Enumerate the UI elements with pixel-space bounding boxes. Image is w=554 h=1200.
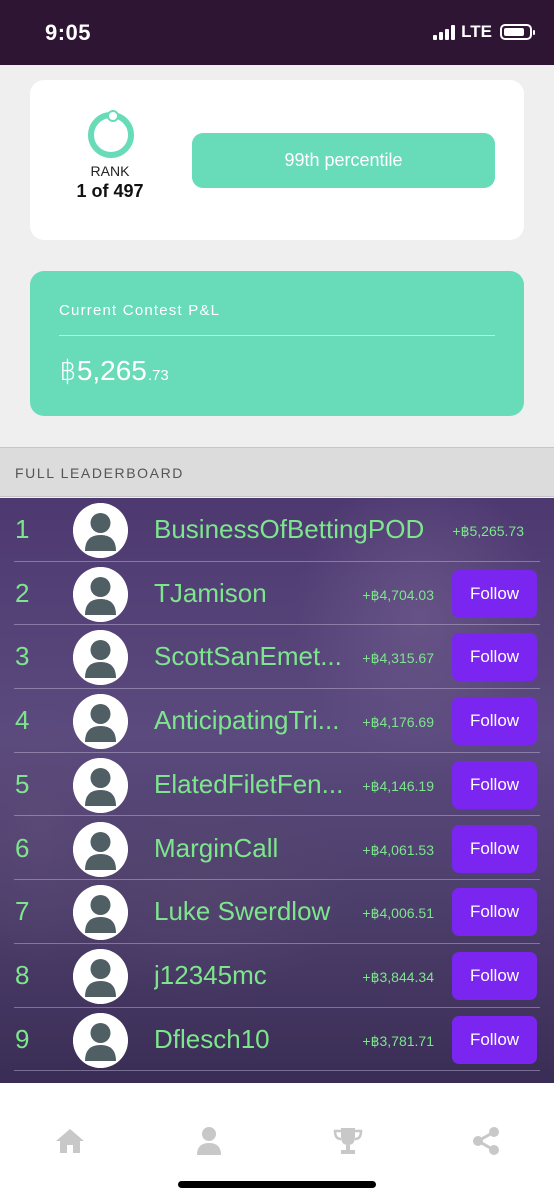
- row-rank: 4: [15, 705, 30, 736]
- row-rank: 7: [15, 896, 30, 927]
- follow-button[interactable]: Follow: [452, 888, 537, 937]
- pnl-card: Current Contest P&L ฿5,265 .73: [30, 271, 524, 416]
- pnl-main-amount: ฿5,265: [59, 355, 147, 386]
- leaderboard-row[interactable]: 4 AnticipatingTri... +฿4,176.69 Follow: [0, 689, 554, 753]
- avatar-icon: [73, 1012, 128, 1068]
- home-indicator: [178, 1181, 376, 1188]
- row-pnl: +฿4,315.67: [362, 650, 434, 667]
- avatar-icon: [73, 503, 128, 558]
- signal-icon: [433, 24, 456, 40]
- row-pnl: +฿3,781.71: [362, 1032, 434, 1049]
- leaderboard-row[interactable]: 6 MarginCall +฿4,061.53 Follow: [0, 817, 554, 881]
- leaderboard-list[interactable]: 1 BusinessOfBettingPOD +฿5,265.73 2 TJamison…: [0, 498, 554, 1083]
- avatar-icon: [73, 757, 128, 813]
- follow-button[interactable]: Follow: [452, 760, 537, 809]
- avatar-icon: [73, 885, 128, 941]
- avatar-icon: [73, 821, 128, 877]
- pnl-cents: .73: [147, 367, 169, 384]
- rank-card: RANK 1 of 497 99th percentile: [30, 80, 524, 240]
- leaderboard-row[interactable]: 7 Luke Swerdlow +฿4,006.51 Follow: [0, 880, 554, 944]
- rank-ring-icon: [88, 110, 134, 158]
- bottom-nav: [0, 1083, 554, 1200]
- rank-value: 1 of 497: [76, 181, 144, 201]
- follow-button[interactable]: Follow: [452, 633, 537, 682]
- pnl-divider: [59, 335, 495, 336]
- follow-button[interactable]: Follow: [452, 569, 537, 618]
- row-rank: 1: [15, 514, 30, 544]
- row-username[interactable]: j12345mc: [154, 960, 344, 991]
- home-icon[interactable]: [54, 1125, 86, 1157]
- row-pnl: +฿5,265.73: [452, 523, 524, 539]
- row-username[interactable]: MarginCall: [154, 833, 344, 864]
- leaderboard-row[interactable]: 3 ScottSanEmet... +฿4,315.67 Follow: [0, 625, 554, 690]
- trophy-icon[interactable]: [332, 1125, 364, 1157]
- row-rank: 5: [15, 768, 30, 799]
- profile-icon[interactable]: [193, 1125, 225, 1157]
- pnl-label: Current Contest P&L: [59, 302, 221, 319]
- rank-label: RANK: [90, 163, 130, 179]
- row-rank: 3: [15, 641, 30, 672]
- leaderboard-title: FULL LEADERBOARD: [15, 465, 185, 481]
- follow-button[interactable]: Follow: [452, 697, 537, 746]
- row-rank: 2: [15, 577, 30, 608]
- status-indicators: LTE: [433, 22, 535, 42]
- row-username[interactable]: TJamison: [154, 578, 344, 609]
- leaderboard-row[interactable]: 5 ElatedFiletFen... +฿4,146.19 Follow: [0, 753, 554, 817]
- avatar-icon: [73, 694, 128, 750]
- row-username[interactable]: ElatedFiletFen...: [154, 769, 344, 800]
- row-pnl: +฿3,844.34: [362, 968, 434, 985]
- avatar-icon: [73, 630, 128, 686]
- row-username[interactable]: BusinessOfBettingPOD: [154, 514, 434, 545]
- follow-button[interactable]: Follow: [452, 824, 537, 873]
- share-icon[interactable]: [470, 1125, 502, 1157]
- status-bar: 9:05 LTE: [0, 0, 554, 65]
- row-pnl: +฿4,176.69: [362, 714, 434, 731]
- avatar-icon: [73, 948, 128, 1004]
- percentile-button[interactable]: 99th percentile: [192, 133, 495, 188]
- row-rank: 8: [15, 959, 30, 990]
- leaderboard-row[interactable]: 8 j12345mc +฿3,844.34 Follow: [0, 944, 554, 1008]
- avatar-icon: [73, 566, 128, 622]
- follow-button[interactable]: Follow: [452, 951, 537, 1000]
- leaderboard-row[interactable]: 2 TJamison +฿4,704.03 Follow: [0, 562, 554, 626]
- leaderboard-row[interactable]: 1 BusinessOfBettingPOD +฿5,265.73: [0, 498, 554, 562]
- row-rank: 6: [15, 832, 30, 863]
- leaderboard-row[interactable]: 9 Dflesch10 +฿3,781.71 Follow: [0, 1008, 554, 1072]
- status-time: 9:05: [45, 20, 92, 45]
- row-rank: 9: [15, 1023, 30, 1054]
- follow-button[interactable]: Follow: [452, 1015, 537, 1064]
- row-pnl: +฿4,146.19: [362, 777, 434, 794]
- row-username[interactable]: Luke Swerdlow: [154, 896, 344, 927]
- row-pnl: +฿4,006.51: [362, 905, 434, 922]
- row-username[interactable]: ScottSanEmet...: [154, 641, 344, 672]
- pnl-value: ฿5,265 .73: [59, 354, 169, 387]
- battery-icon: [500, 24, 535, 40]
- row-pnl: +฿4,061.53: [362, 841, 434, 858]
- row-username[interactable]: Dflesch10: [154, 1024, 344, 1055]
- row-divider: [14, 1070, 540, 1072]
- network-type: LTE: [461, 22, 492, 41]
- leaderboard-header: FULL LEADERBOARD: [0, 447, 554, 497]
- row-username[interactable]: AnticipatingTri...: [154, 705, 344, 736]
- row-pnl: +฿4,704.03: [362, 586, 434, 603]
